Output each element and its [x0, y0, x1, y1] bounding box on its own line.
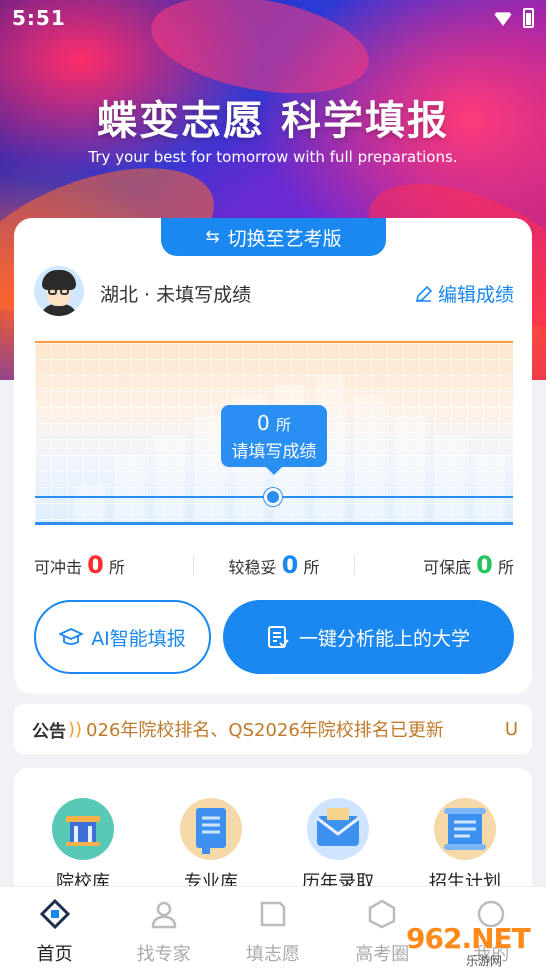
pencil-icon — [415, 285, 433, 302]
notice-bar[interactable]: 公告 )) 026年院校排名、QS2026年院校排名已更新 U — [14, 704, 532, 754]
ai-fill-label: AI智能填报 — [91, 627, 186, 650]
notice-tail: U — [504, 718, 518, 740]
tab-fill[interactable]: 填志愿 — [218, 887, 327, 972]
square-icon — [260, 901, 286, 927]
status-time: 5:51 — [12, 6, 66, 30]
avatar[interactable] — [34, 266, 84, 316]
stats-row: 可冲击 0 所 较稳妥 0 所 可保底 0 所 — [14, 548, 532, 582]
stat-stable[interactable]: 较稳妥 0 所 — [194, 551, 353, 579]
result-unit: 所 — [276, 416, 292, 434]
switch-label: 切换至艺考版 — [227, 227, 342, 250]
tab-home[interactable]: 首页 — [0, 887, 109, 972]
graduation-cap-icon — [59, 628, 84, 645]
chart-bottom-line — [35, 522, 513, 525]
result-hint: 请填写成绩 — [231, 442, 317, 462]
hexagon-icon — [368, 899, 396, 929]
result-count: 0 — [256, 411, 270, 435]
quick-past-admissions[interactable]: 历年录取 — [283, 798, 393, 894]
person-icon — [151, 901, 177, 929]
score-marker — [264, 488, 282, 506]
scroll-icon — [434, 798, 496, 860]
hero-subtitle: Try your best for tomorrow with full pre… — [88, 148, 458, 166]
school-icon — [52, 798, 114, 860]
swap-icon: ⇆ — [205, 227, 220, 247]
switch-art-button[interactable]: ⇆ 切换至艺考版 — [161, 218, 386, 256]
speaker-icon: )) — [68, 718, 83, 740]
status-bar: 5:51 — [0, 0, 546, 36]
book-icon — [180, 798, 242, 860]
edit-score-button[interactable]: 编辑成绩 — [414, 280, 514, 307]
result-bubble: 0 所 请填写成绩 — [221, 405, 327, 475]
home-icon — [39, 898, 70, 930]
watermark-text: 962.NET — [406, 922, 531, 955]
stat-safe[interactable]: 可保底 0 所 — [355, 551, 532, 579]
hero-title: 蝶变志愿 科学填报 — [97, 98, 449, 144]
stat-reach[interactable]: 可冲击 0 所 — [14, 551, 193, 579]
quick-school-library[interactable]: 院校库 — [28, 798, 138, 894]
tab-label: 填志愿 — [246, 944, 300, 965]
quick-major-library[interactable]: 专业库 — [156, 798, 266, 894]
tab-label: 找专家 — [136, 944, 191, 965]
tab-experts[interactable]: 找专家 — [109, 887, 218, 972]
battery-icon — [523, 8, 534, 28]
watermark-logo: 962.NET 乐游网 — [406, 922, 536, 968]
tab-label: 首页 — [36, 944, 73, 965]
document-icon — [267, 626, 289, 648]
mail-icon — [307, 798, 369, 860]
quick-enrollment-plan[interactable]: 招生计划 — [410, 798, 520, 894]
analyze-label: 一键分析能上的大学 — [298, 627, 470, 650]
user-region-score: 湖北 · 未填写成绩 — [100, 284, 252, 306]
ai-fill-button[interactable]: AI智能填报 — [34, 600, 211, 674]
analyze-button[interactable]: 一键分析能上的大学 — [223, 600, 514, 674]
edit-score-label: 编辑成绩 — [437, 284, 514, 306]
notice-text: 026年院校排名、QS2026年院校排名已更新 — [86, 720, 444, 741]
watermark-subtext: 乐游网 — [466, 954, 503, 968]
wifi-icon — [493, 12, 513, 26]
notice-tag: 公告 — [32, 721, 66, 742]
